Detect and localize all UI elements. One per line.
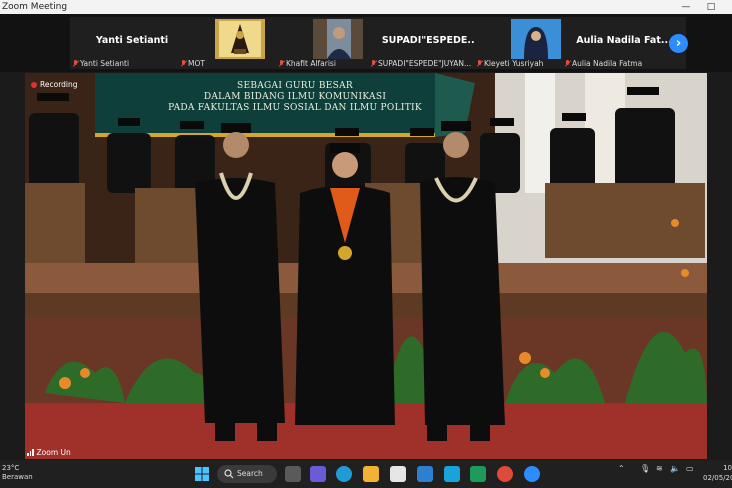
participant-display-name: Aulia Nadila Fat... [576,35,672,46]
chat-icon[interactable] [310,466,326,482]
search-label: Search [237,469,263,478]
weather-desc: Berawan [2,473,33,481]
participant-label: Kleyeti Yusriyah [477,59,543,68]
participant-label-text: Khafit Alfarisi [286,59,336,68]
chrome-icon[interactable] [497,466,513,482]
participant-label-text: MOT [188,59,205,68]
muted-mic-icon [371,60,376,67]
participant-display-name: Yanti Setianti [95,35,169,46]
weather-temp: 23°C [2,464,20,472]
banner-line: PADA FAKULTAS ILMU SOSIAL DAN ILMU POLIT… [168,103,422,113]
participant-label: SUPADI"ESPEDE"JUYAN... [371,59,471,68]
taskbar-clock[interactable]: 10 02/05/20 [703,463,732,483]
window-title: Zoom Meeting [2,2,68,12]
edge-icon[interactable] [336,466,352,482]
video-name-text: Zoom Un [36,448,71,457]
recording-label: Recording [40,80,78,89]
task-view-icon[interactable] [285,466,301,482]
clock-time: 10 [723,464,732,472]
muted-mic-icon [73,60,78,67]
participant-label: Yanti Setianti [73,59,129,68]
participant-label-text: Yanti Setianti [80,59,130,68]
participant-video [511,19,561,59]
participant-label-text: Kleyeti Yusriyah [484,59,544,68]
banner-line: DALAM BIDANG ILMU KOMUNIKASI [203,92,387,102]
participant-video [215,19,265,59]
participant-label: Khafit Alfarisi [279,59,336,68]
banner-text: SEBAGAI GURU BESAR DALAM BIDANG ILMU KOM… [125,81,465,114]
windows-icon[interactable] [194,466,210,482]
participant-label: MOT [181,59,205,68]
participant-strip: Yanti Setianti Yanti Setianti MOT Khafit… [0,14,732,72]
zoom-icon[interactable] [524,466,540,482]
weather-widget[interactable]: 23°C Berawan [2,464,33,482]
office-icon[interactable] [470,466,486,482]
recording-indicator: Recording [31,80,78,89]
banner-line: SEBAGAI GURU BESAR [237,81,353,91]
participant-label: Aulia Nadila Fatma [565,59,642,68]
participant-label-text: Aulia Nadila Fatma [572,59,643,68]
participant-video [313,19,363,59]
taskbar-search[interactable]: Search [217,465,277,483]
next-page-button[interactable]: › [669,34,688,53]
muted-mic-icon [279,60,284,67]
muted-mic-icon [477,60,482,67]
signal-bars-icon [27,449,34,456]
muted-mic-icon [565,60,570,67]
ceremony-video-frame [25,73,707,459]
muted-mic-icon [181,60,186,67]
search-icon [224,469,234,479]
wifi-icon[interactable]: ≋ [656,464,663,473]
taskbar: 23°C Berawan Search ⌃ 🎙 ≋ 🔈 ▭ 10 02/05/2… [0,460,732,488]
participant-tile[interactable]: Aulia Nadila Fat... Aulia Nadila Fatma [562,17,686,69]
file-explorer-icon[interactable] [363,466,379,482]
video-name-label: Zoom Un [27,448,71,457]
battery-icon[interactable]: ▭ [686,464,694,473]
l-app-icon[interactable] [444,466,460,482]
mail-icon[interactable] [417,466,433,482]
mic-icon[interactable]: 🎙 [640,464,650,473]
participant-label-text: SUPADI"ESPEDE"JUYAN... [378,59,472,68]
minimize-button[interactable]: — [672,0,700,14]
window-title-bar: Zoom Meeting — □ [0,0,732,14]
maximize-button[interactable]: □ [697,0,725,14]
participant-tile[interactable]: Yanti Setianti Yanti Setianti [70,17,194,69]
clock-date: 02/05/20 [703,474,732,482]
store-icon[interactable] [390,466,406,482]
chevron-up-icon[interactable]: ⌃ [618,464,625,473]
volume-icon[interactable]: 🔈 [670,464,680,473]
main-video: SEBAGAI GURU BESAR DALAM BIDANG ILMU KOM… [25,73,707,459]
recording-dot-icon [31,81,37,88]
